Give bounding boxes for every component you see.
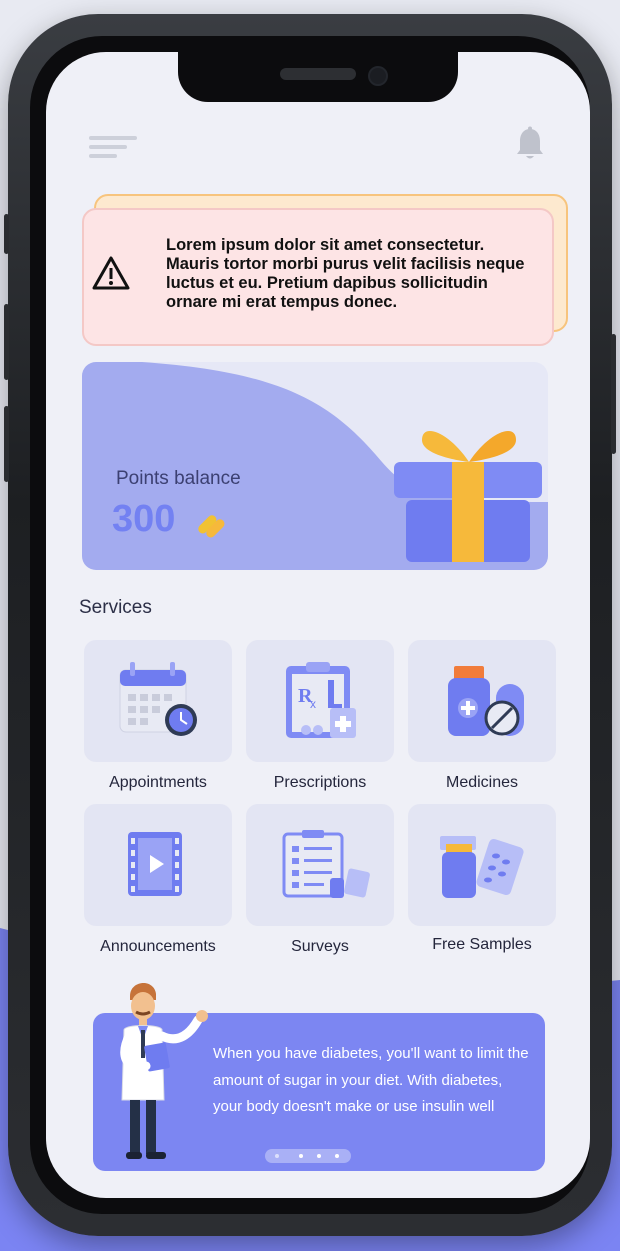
sample-pills-icon [440, 836, 524, 898]
free-samples-label: Free Samples [432, 936, 532, 953]
svg-text:x: x [310, 697, 316, 711]
bell-icon[interactable] [514, 126, 546, 162]
announcements-tile[interactable] [84, 804, 232, 926]
appointments-tile[interactable] [84, 640, 232, 762]
services-title: Services [79, 597, 152, 618]
carousel-dot-2[interactable] [299, 1154, 303, 1158]
front-camera [368, 66, 388, 86]
surveys-label: Surveys [291, 938, 349, 955]
video-film-icon [128, 832, 182, 896]
points-balance-value: 300 [112, 498, 176, 540]
prescription-clipboard-icon: R x [286, 662, 356, 738]
speaker-grille [280, 68, 356, 80]
announcements-label: Announcements [100, 938, 216, 955]
carousel-dot-1[interactable] [275, 1154, 279, 1158]
medicines-label: Medicines [445, 774, 519, 791]
phone-frame: Lorem ipsum dolor sit amet consectetur. … [4, 14, 616, 1236]
medicines-tile[interactable] [408, 640, 556, 762]
prescriptions-label: Prescriptions [273, 774, 367, 791]
warning-triangle-icon [92, 256, 130, 290]
prescriptions-tile[interactable]: R x [246, 640, 394, 762]
pills-icon [198, 515, 225, 538]
free-samples-tile[interactable] [408, 804, 556, 926]
surveys-tile[interactable] [246, 804, 394, 926]
gift-box-icon [394, 431, 542, 562]
carousel-dot-3[interactable] [317, 1154, 321, 1158]
app-screen: Lorem ipsum dolor sit amet consectetur. … [46, 52, 590, 1198]
alert-message: Lorem ipsum dolor sit amet consectetur. … [166, 236, 525, 311]
doctor-illustration [120, 982, 208, 1159]
appointments-label: Appointments [109, 774, 207, 791]
points-balance-card[interactable]: Points balance 300 [82, 362, 548, 570]
banner-message: When you have diabetes, you'll want to l… [213, 1045, 529, 1115]
carousel-dots [265, 1149, 351, 1163]
carousel-dot-4[interactable] [335, 1154, 339, 1158]
hamburger-menu-icon[interactable] [89, 136, 139, 162]
points-balance-label: Points balance [116, 468, 241, 489]
calendar-clock-icon [119, 662, 197, 736]
phone-notch [178, 52, 458, 102]
medicine-bottle-icon [448, 666, 524, 736]
alert-card[interactable]: Lorem ipsum dolor sit amet consectetur. … [82, 208, 554, 346]
survey-checklist-icon [282, 830, 370, 898]
